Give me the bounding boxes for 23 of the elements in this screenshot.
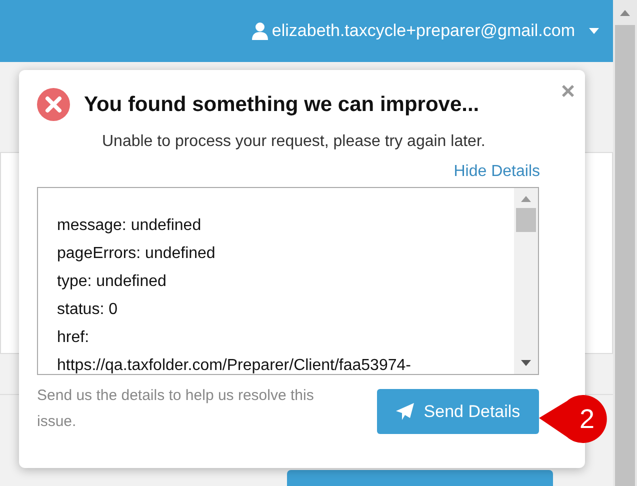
scroll-down-icon[interactable] [521,360,531,366]
detail-line: https://qa.taxfolder.com/Preparer/Client/faa53974- [57,356,412,374]
hint-text: Send us the details to help us resolve this issue. [37,386,315,432]
error-icon [37,88,70,121]
caret-icon[interactable] [589,28,599,34]
hide-details-link[interactable]: Hide Details [454,163,540,181]
scroll-up-icon[interactable] [620,10,630,16]
detail-line: type: undefined [57,272,168,292]
close-button[interactable]: × [560,78,575,106]
details-box[interactable]: message: undefined pageErrors: undefined type: undefined status: 0 href: https://qa.taxfolder.com/Preparer/Client/faa53974- [37,187,539,375]
detail-line: pageErrors: undefined [57,244,216,264]
dialog-title: You found something we can improve... [84,92,480,116]
detail-line: status: 0 [57,300,118,320]
detail-line: message: undefined [57,216,202,236]
user-menu[interactable]: elizabeth.taxcycle+preparer@gmail.com [252,21,575,41]
send-icon [396,402,414,420]
detail-line: href: [57,328,90,348]
send-details-button[interactable]: Send Details [377,389,539,434]
user-icon [252,22,268,40]
error-message: Unable to process your request, please try again later. [102,133,486,151]
scrollbar-thumb[interactable] [615,25,635,486]
scrollbar-thumb[interactable] [516,208,536,232]
scroll-up-icon[interactable] [521,196,531,202]
